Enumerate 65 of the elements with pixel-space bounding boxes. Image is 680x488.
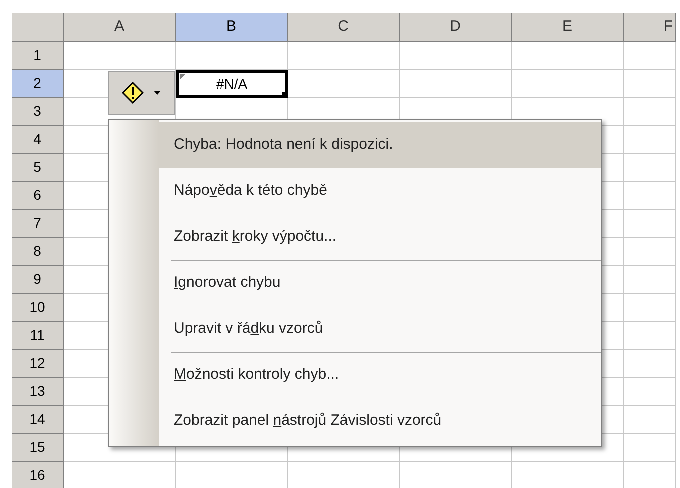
active-cell[interactable]: #N/A — [176, 70, 288, 98]
menu-item[interactable]: Možnosti kontroly chyb... — [159, 352, 601, 398]
row-header[interactable]: 10 — [12, 294, 64, 322]
row-header[interactable]: 4 — [12, 126, 64, 154]
menu-item[interactable]: Zobrazit kroky výpočtu... — [159, 214, 601, 260]
row-header[interactable]: 2 — [12, 70, 64, 98]
grid-cell[interactable] — [288, 42, 400, 70]
grid-cell[interactable] — [512, 70, 624, 98]
row-header[interactable]: 16 — [12, 462, 64, 488]
grid-cell[interactable] — [624, 434, 676, 462]
grid-cell[interactable] — [624, 42, 676, 70]
grid-cell[interactable] — [624, 378, 676, 406]
error-indicator-icon — [180, 74, 186, 80]
grid-cell[interactable] — [400, 42, 512, 70]
grid-cell[interactable] — [624, 126, 676, 154]
column-header[interactable]: E — [512, 13, 624, 42]
grid-cell[interactable] — [624, 322, 676, 350]
column-header[interactable]: F — [624, 13, 676, 42]
row-header[interactable]: 13 — [12, 378, 64, 406]
grid-cell[interactable] — [400, 70, 512, 98]
menu-item-label: Zobrazit panel nástrojů Závislosti vzorců — [174, 410, 442, 431]
grid-cell[interactable] — [624, 154, 676, 182]
error-options-menu[interactable] — [108, 71, 175, 115]
grid-cell[interactable] — [64, 42, 176, 70]
row-header[interactable]: 6 — [12, 182, 64, 210]
menu-item-label: Chyba: Hodnota není k dispozici. — [174, 134, 394, 155]
row-header[interactable]: 3 — [12, 98, 64, 126]
menu-item-label: Ignorovat chybu — [174, 272, 281, 293]
grid-cell[interactable] — [624, 266, 676, 294]
column-header[interactable]: B — [176, 13, 288, 42]
grid-cell[interactable] — [624, 294, 676, 322]
cell-value: #N/A — [216, 74, 248, 94]
menu-item[interactable]: Chyba: Hodnota není k dispozici. — [159, 122, 601, 168]
grid-cell[interactable] — [624, 182, 676, 210]
grid-cell[interactable] — [512, 42, 624, 70]
menu-item[interactable]: Zobrazit panel nástrojů Závislosti vzorců — [159, 398, 601, 444]
row-header[interactable]: 12 — [12, 350, 64, 378]
row-header[interactable]: 15 — [12, 434, 64, 462]
grid-cell[interactable] — [624, 350, 676, 378]
grid-cell[interactable] — [624, 98, 676, 126]
row-header[interactable]: 14 — [12, 406, 64, 434]
corner-header — [12, 13, 64, 42]
menu-item-label: Nápověda k této chybě — [174, 180, 328, 201]
menu-item[interactable]: Ignorovat chybu — [159, 260, 601, 306]
grid-cell[interactable] — [624, 70, 676, 98]
grid-cell[interactable] — [624, 406, 676, 434]
row-header[interactable]: 7 — [12, 210, 64, 238]
row-header[interactable]: 8 — [12, 238, 64, 266]
column-header[interactable]: A — [64, 13, 176, 42]
row-header[interactable]: 11 — [12, 322, 64, 350]
row-header[interactable]: 5 — [12, 154, 64, 182]
row-header[interactable]: 9 — [12, 266, 64, 294]
menu-item-label: Možnosti kontroly chyb... — [174, 364, 340, 385]
column-header[interactable]: C — [288, 13, 400, 42]
row-header[interactable]: 1 — [12, 42, 64, 70]
column-header[interactable]: D — [400, 13, 512, 42]
caret-icon — [154, 91, 161, 95]
fill-handle[interactable] — [282, 92, 288, 98]
menu-item[interactable]: Upravit v řádku vzorců — [159, 306, 601, 352]
grid-cell[interactable] — [624, 210, 676, 238]
menu-item-label: Upravit v řádku vzorců — [174, 318, 324, 339]
menu-item[interactable]: Nápověda k této chybě — [159, 168, 601, 214]
menu-item-label: Zobrazit kroky výpočtu... — [174, 226, 337, 247]
grid-cell[interactable] — [624, 238, 676, 266]
warning-icon — [122, 82, 144, 104]
